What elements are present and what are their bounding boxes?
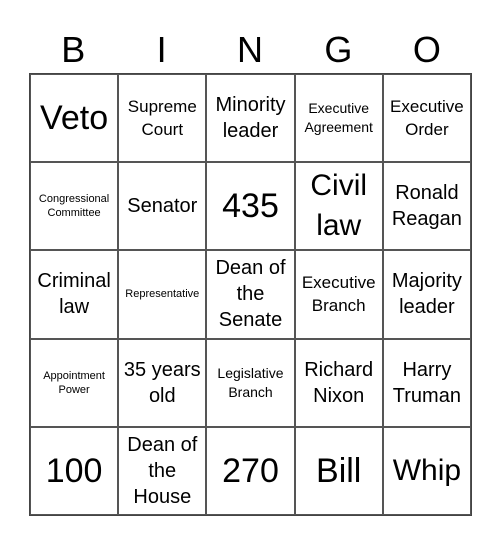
cell-text: Bill — [316, 451, 362, 490]
cell-text: Civil law — [310, 169, 368, 243]
bingo-cell[interactable]: Executive Order — [382, 74, 471, 163]
bingo-cell[interactable]: Criminal law — [30, 250, 119, 339]
bingo-cell[interactable]: Majority leader — [382, 250, 471, 339]
cell-text: 100 — [45, 451, 103, 490]
bingo-cell[interactable]: Dean of the House — [118, 426, 207, 515]
cell-text: Dean of the Senate — [215, 257, 286, 332]
bingo-cell[interactable]: Congressional Committee — [30, 162, 119, 251]
cell-text: Executive Order — [390, 97, 464, 140]
bingo-cell[interactable]: 435 — [206, 162, 295, 251]
cell-text: Dean of the House — [127, 433, 198, 508]
cell-text: 435 — [222, 187, 279, 226]
bingo-card: Veto Supreme Court Minority leader Execu… — [29, 73, 472, 516]
cell-text: Minority leader — [215, 94, 286, 143]
bingo-cell[interactable]: Appointment Power — [30, 338, 119, 427]
header-letter-n: N — [237, 29, 264, 70]
bingo-cell[interactable]: 100 — [30, 426, 119, 515]
header-letter-o: O — [412, 29, 441, 70]
cell-text: Executive Branch — [301, 273, 376, 316]
cell-text: Representative — [125, 288, 200, 301]
bingo-cell[interactable]: Whip — [382, 426, 471, 515]
cell-text: 270 — [222, 451, 279, 490]
cell-text: Harry Truman — [392, 358, 461, 407]
bingo-cell[interactable]: Legislative Branch — [206, 338, 295, 427]
cell-text: Legislative Branch — [217, 364, 284, 400]
cell-text: Executive Agreement — [304, 100, 373, 136]
cell-text: Majority leader — [391, 270, 462, 319]
cell-text: Veto — [40, 99, 109, 138]
bingo-cell[interactable]: Executive Agreement — [294, 74, 383, 163]
bingo-cell[interactable]: Veto — [30, 74, 119, 163]
cell-text: Criminal law — [37, 270, 111, 319]
bingo-cell[interactable]: Ronald Reagan — [382, 162, 471, 251]
bingo-cell[interactable]: Supreme Court — [118, 74, 207, 163]
bingo-cell[interactable]: Senator — [118, 162, 207, 251]
header-letter-g: G — [324, 29, 353, 70]
bingo-cell[interactable]: Civil law — [294, 162, 383, 251]
cell-text: 35 years old — [123, 358, 201, 407]
header-letter-b: B — [61, 29, 86, 70]
cell-text: Supreme Court — [127, 97, 197, 140]
bingo-cell[interactable]: Richard Nixon — [294, 338, 383, 427]
bingo-cell[interactable]: Executive Branch — [294, 250, 383, 339]
cell-text: Appointment Power — [43, 369, 105, 396]
bingo-cell[interactable]: Representative — [118, 250, 207, 339]
header-letter-i: I — [156, 29, 167, 70]
cell-text: Whip — [392, 453, 462, 487]
bingo-cell[interactable]: Harry Truman — [382, 338, 471, 427]
bingo-cell[interactable]: Bill — [294, 426, 383, 515]
bingo-cell[interactable]: 35 years old — [118, 338, 207, 427]
cell-text: Congressional Committee — [38, 193, 110, 220]
bingo-cell[interactable]: 270 — [206, 426, 295, 515]
cell-text: Senator — [127, 195, 198, 218]
cell-text: Ronald Reagan — [391, 182, 462, 231]
cell-text: Richard Nixon — [304, 358, 374, 407]
bingo-header: B I N G O — [29, 28, 471, 72]
bingo-cell[interactable]: Dean of the Senate — [206, 250, 295, 339]
bingo-cell[interactable]: Minority leader — [206, 74, 295, 163]
